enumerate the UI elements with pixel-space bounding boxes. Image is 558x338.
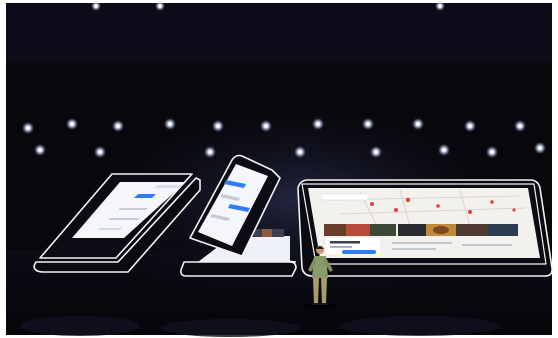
phone-center-base-outline xyxy=(180,261,297,277)
stage-light-core xyxy=(168,122,172,126)
stage-light-core xyxy=(98,150,102,154)
stage-light-core xyxy=(538,146,542,150)
phone-left-chat-line xyxy=(98,228,122,230)
presenter-legs xyxy=(321,278,327,304)
tablet-info-subtitle xyxy=(330,246,352,248)
stage-light-core xyxy=(38,148,42,152)
tablet-photo-strip xyxy=(324,224,518,236)
tablet-directions-button xyxy=(342,250,376,254)
stage-light-core xyxy=(26,126,30,130)
stage-light-core xyxy=(158,4,162,8)
tablet-meta-line xyxy=(392,248,436,250)
presenter-legs xyxy=(313,278,319,304)
phone-center-photo-strip xyxy=(262,229,272,237)
presenter-shoe xyxy=(312,303,319,305)
stage-light-core xyxy=(116,124,120,128)
phone-left-chat-line xyxy=(118,208,148,210)
stage-light-core xyxy=(94,4,98,8)
presenter-shoe xyxy=(321,303,328,305)
stage-light-core xyxy=(298,150,302,154)
phone-left-chat-line xyxy=(108,218,140,220)
stage-light-core xyxy=(490,150,494,154)
stage-scene xyxy=(0,0,558,338)
tablet-search-bar xyxy=(321,193,369,201)
stage-light-core xyxy=(374,150,378,154)
tablet-info-title xyxy=(330,241,360,244)
stage-light-core xyxy=(438,4,442,8)
tablet-meta-line xyxy=(462,244,512,246)
tablet-meta-line xyxy=(392,242,452,244)
stage-light-core xyxy=(216,124,220,128)
rigging-band xyxy=(6,3,552,63)
stage-light-core xyxy=(70,122,74,126)
stage-light-core xyxy=(264,124,268,128)
stage-light-core xyxy=(316,122,320,126)
stage-light-core xyxy=(366,122,370,126)
phone-left-header-bar xyxy=(154,185,183,188)
stage-light-core xyxy=(442,148,446,152)
stage-light-core xyxy=(468,124,472,128)
stage-light-core xyxy=(518,124,522,128)
stage-light-core xyxy=(208,150,212,154)
unfolded-tablet-right xyxy=(297,179,553,277)
stage-light-core xyxy=(416,122,420,126)
